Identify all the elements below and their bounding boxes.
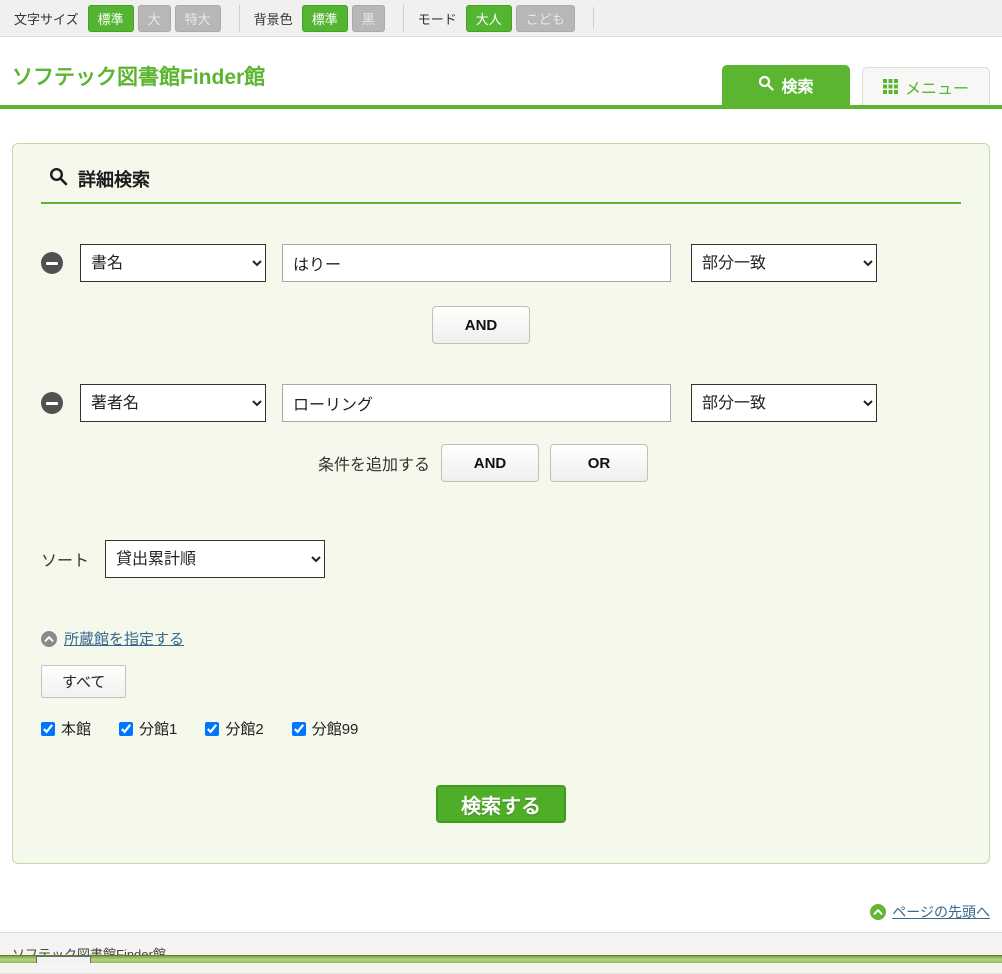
connector-row: AND: [432, 306, 961, 344]
bg-color-label: 背景色: [254, 9, 293, 28]
header-tabs: 検索 メニュー: [722, 65, 990, 105]
toolbar-divider: [593, 7, 594, 29]
detail-search-icon: [49, 167, 68, 191]
library-checkbox-branch1[interactable]: 分館1: [119, 718, 177, 739]
add-and-button[interactable]: AND: [441, 444, 539, 482]
font-size-group: 文字サイズ 標準 大 特大: [14, 5, 239, 32]
search-submit-button[interactable]: 検索する: [436, 785, 566, 823]
grid-icon: [883, 79, 898, 94]
branch2-label: 分館2: [225, 718, 263, 739]
mode-group: モード 大人 こども: [403, 5, 593, 32]
holdings-toggle-link[interactable]: 所蔵館を指定する: [64, 628, 184, 649]
branch99-label: 分館99: [312, 718, 359, 739]
branch99-checkbox[interactable]: [292, 722, 306, 736]
holdings-section: 所蔵館を指定する すべて 本館 分館1 分館2 分館99: [41, 628, 961, 739]
tab-menu-label: メニュー: [905, 75, 969, 99]
font-size-label: 文字サイズ: [14, 9, 79, 28]
panel-title: 詳細検索: [78, 166, 150, 192]
main-library-checkbox[interactable]: [41, 722, 55, 736]
sort-row: ソート 貸出累計順: [41, 540, 961, 578]
condition-row-2: 著者名 部分一致: [41, 384, 961, 422]
select-all-button[interactable]: すべて: [41, 665, 126, 698]
add-condition-label: 条件を追加する: [318, 451, 430, 475]
bottom-strip-box: [36, 956, 91, 963]
search-icon: [758, 75, 774, 96]
branch1-checkbox[interactable]: [119, 722, 133, 736]
site-footer: ソフテック図書館Finder館: [0, 932, 1002, 974]
remove-condition-1-icon[interactable]: [41, 252, 63, 274]
submit-row: 検索する: [41, 785, 961, 823]
holdings-toggle-row: 所蔵館を指定する: [41, 628, 961, 649]
mode-adult-button[interactable]: 大人: [466, 5, 512, 32]
bg-color-black-button[interactable]: 黒: [352, 5, 385, 32]
mode-child-button[interactable]: こども: [516, 5, 575, 32]
page-top-link[interactable]: ページの先頭へ: [892, 902, 990, 922]
font-size-large-button[interactable]: 大: [138, 5, 171, 32]
sort-select[interactable]: 貸出累計順: [105, 540, 325, 578]
library-checkbox-branch99[interactable]: 分館99: [292, 718, 359, 739]
sort-label: ソート: [41, 547, 89, 571]
library-checkbox-row: 本館 分館1 分館2 分館99: [41, 718, 961, 739]
tab-menu[interactable]: メニュー: [862, 67, 990, 105]
font-size-xlarge-button[interactable]: 特大: [175, 5, 221, 32]
collapse-up-icon: [41, 631, 57, 647]
condition-row-1: 書名 部分一致: [41, 244, 961, 282]
page-top-row: ページの先頭へ: [0, 902, 990, 922]
search-term-input-1[interactable]: [282, 244, 671, 282]
page-top-up-icon: [870, 904, 886, 920]
bg-color-group: 背景色 標準 黒: [239, 5, 403, 32]
mode-label: モード: [418, 9, 457, 28]
site-title: ソフテック図書館Finder館: [12, 61, 265, 91]
font-size-normal-button[interactable]: 標準: [88, 5, 134, 32]
field-select-1[interactable]: 書名: [80, 244, 266, 282]
match-select-2[interactable]: 部分一致: [691, 384, 877, 422]
bottom-strip: [0, 955, 1002, 963]
branch2-checkbox[interactable]: [205, 722, 219, 736]
main-library-label: 本館: [61, 718, 91, 739]
connector-and-button[interactable]: AND: [432, 306, 530, 344]
detail-search-panel: 詳細検索 書名 部分一致 AND 著者名 部分一致: [12, 143, 990, 864]
match-select-1[interactable]: 部分一致: [691, 244, 877, 282]
main-content: 詳細検索 書名 部分一致 AND 著者名 部分一致: [0, 143, 1002, 864]
tab-search[interactable]: 検索: [722, 65, 850, 105]
field-select-2[interactable]: 著者名: [80, 384, 266, 422]
library-checkbox-main[interactable]: 本館: [41, 718, 91, 739]
add-condition-row: 条件を追加する AND OR: [318, 444, 961, 482]
accessibility-toolbar: 文字サイズ 標準 大 特大 背景色 標準 黒 モード 大人 こども: [0, 0, 1002, 37]
tab-search-label: 検索: [781, 73, 813, 97]
branch1-label: 分館1: [139, 718, 177, 739]
search-term-input-2[interactable]: [282, 384, 671, 422]
library-checkbox-branch2[interactable]: 分館2: [205, 718, 263, 739]
add-or-button[interactable]: OR: [550, 444, 648, 482]
bg-color-normal-button[interactable]: 標準: [302, 5, 348, 32]
panel-title-row: 詳細検索: [41, 166, 961, 204]
site-header: ソフテック図書館Finder館 検索 メニュー: [0, 37, 1002, 109]
remove-condition-2-icon[interactable]: [41, 392, 63, 414]
